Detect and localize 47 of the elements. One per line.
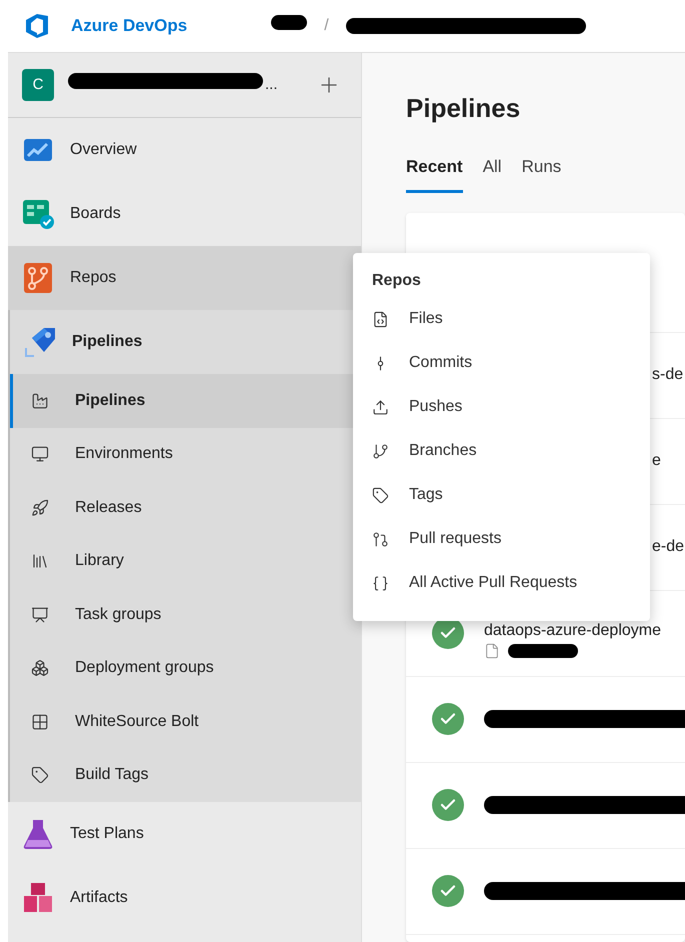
success-icon <box>432 875 464 907</box>
nav-item[interactable]: Test Plans <box>8 802 361 866</box>
tag-icon <box>372 486 388 504</box>
redaction-mark <box>508 644 578 658</box>
pipeline-name: s-de <box>652 365 684 385</box>
breadcrumb-separator: / <box>324 16 329 36</box>
repos-icon <box>23 262 53 294</box>
flask-icon <box>23 818 53 850</box>
nav-item[interactable]: Repos <box>8 246 361 310</box>
nav-subitem[interactable]: WhiteSource Bolt <box>10 695 361 748</box>
nav-item[interactable]: Boards <box>8 182 361 246</box>
success-icon <box>432 703 464 735</box>
tag-icon <box>31 766 49 784</box>
braces-icon <box>372 574 388 592</box>
boards-icon <box>22 198 54 230</box>
factory-icon <box>31 392 49 410</box>
file-icon <box>484 643 500 659</box>
nav-subitem[interactable]: Deployment groups <box>10 642 361 695</box>
redaction-mark <box>271 15 308 30</box>
tab[interactable]: Recent <box>406 154 463 192</box>
pipeline-name: dataops-azure-deployme <box>484 621 661 641</box>
project-avatar: C <box>22 69 54 101</box>
rocket-icon <box>24 326 56 358</box>
monitor-icon <box>31 445 49 464</box>
tab[interactable]: Runs <box>522 154 562 192</box>
push-icon <box>372 398 388 416</box>
menu-title: Repos <box>371 271 422 291</box>
tab[interactable]: All <box>482 154 502 192</box>
nav-item[interactable]: Artifacts <box>8 866 361 930</box>
screen-icon <box>31 606 49 624</box>
pipeline-name: e-de <box>652 537 684 557</box>
project-name: ... <box>265 74 278 95</box>
page-title: Pipelines <box>406 92 522 125</box>
devops-logo-icon <box>23 12 51 40</box>
servers-icon <box>31 659 49 678</box>
branch-icon <box>372 442 388 460</box>
books-icon <box>31 552 49 570</box>
packages-icon <box>23 882 53 914</box>
code-file-icon <box>372 310 388 328</box>
pipeline-name: e <box>652 451 661 471</box>
rocket-icon <box>31 498 49 517</box>
pull-request-icon <box>372 530 388 548</box>
brand-name: Azure DevOps <box>71 15 188 38</box>
grid-icon <box>31 712 49 731</box>
nav-subitem[interactable]: Build Tags <box>10 748 361 802</box>
success-icon <box>432 789 464 821</box>
nav-item[interactable]: Overview <box>8 118 361 182</box>
